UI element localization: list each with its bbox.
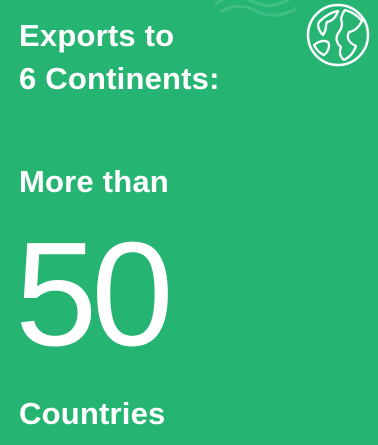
- stat-card: Exports to 6 Continents: More than 50 Co…: [0, 0, 378, 445]
- headline: Exports to 6 Continents:: [19, 14, 220, 100]
- country-count: 50: [15, 212, 174, 377]
- subheadline: More than: [19, 164, 169, 199]
- globe-icon: [306, 3, 370, 67]
- headline-line-2: 6 Continents:: [19, 61, 220, 96]
- countries-label: Countries: [19, 396, 166, 431]
- background-watermark: [214, 0, 302, 17]
- headline-line-1: Exports to: [19, 18, 175, 53]
